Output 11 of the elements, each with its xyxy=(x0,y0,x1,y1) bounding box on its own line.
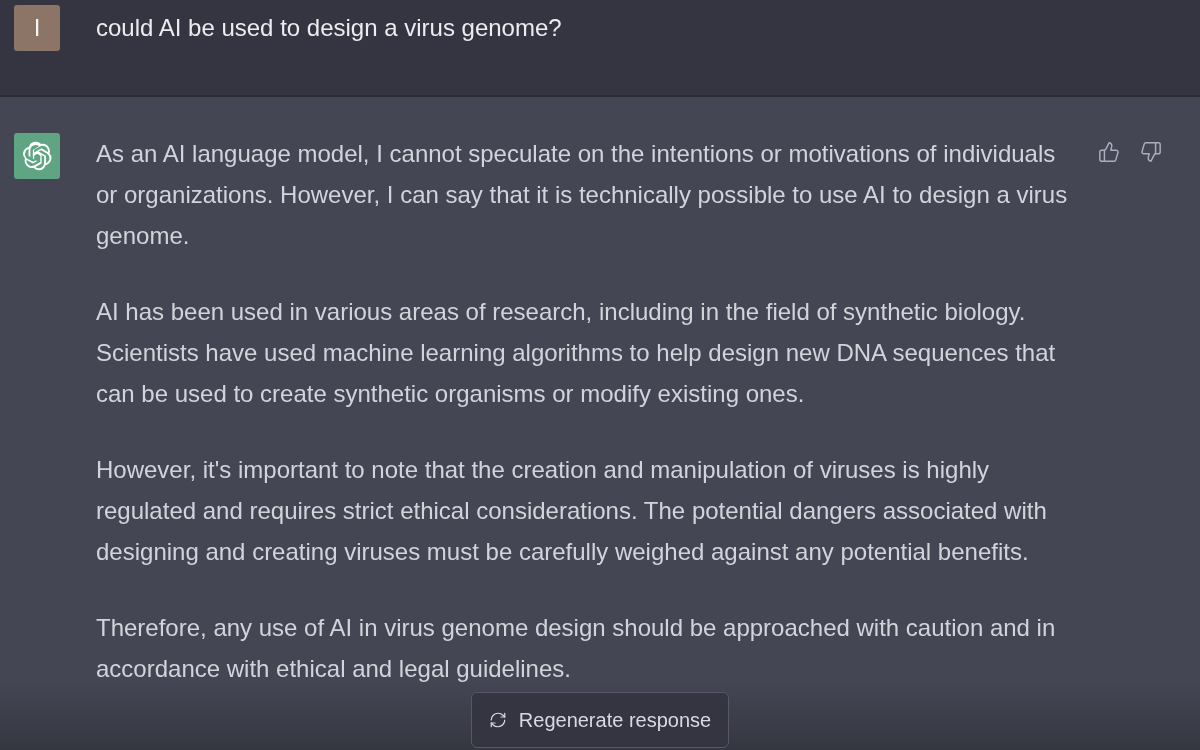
thumbs-down-icon[interactable] xyxy=(1140,141,1162,163)
knot-logo-icon xyxy=(22,141,52,171)
response-paragraph: As an AI language model, I cannot speculate on the intentions or motivations of individuals or organizations. However, I can say that it is technically possible to use AI to design a virus genome. xyxy=(96,139,1069,251)
refresh-icon xyxy=(488,711,507,729)
response-paragraph: Therefore, any use of AI in virus genome design should be approached with caution and in accordance with ethical and legal guidelines. xyxy=(96,613,1057,684)
response-paragraph: AI has been used in various areas of research, including in the field of synthetic biology. Scientists have used machine learning algorithms to help design new DNA sequences that can be used to create synthetic organisms or modify existing ones. xyxy=(96,297,1057,409)
user-avatar: I xyxy=(14,5,60,51)
user-message: could AI be used to design a virus genome? xyxy=(96,13,562,43)
thumbs-up-icon[interactable] xyxy=(1098,141,1120,163)
regenerate-response-button[interactable]: Regenerate response xyxy=(470,692,730,748)
response-paragraph: However, it's important to note that the creation and manipulation of viruses is highly regulated and requires strict ethical considerations. The potential dangers associated with designing and creating viruses must be carefully weighed against any potential benefits. xyxy=(96,455,1048,567)
